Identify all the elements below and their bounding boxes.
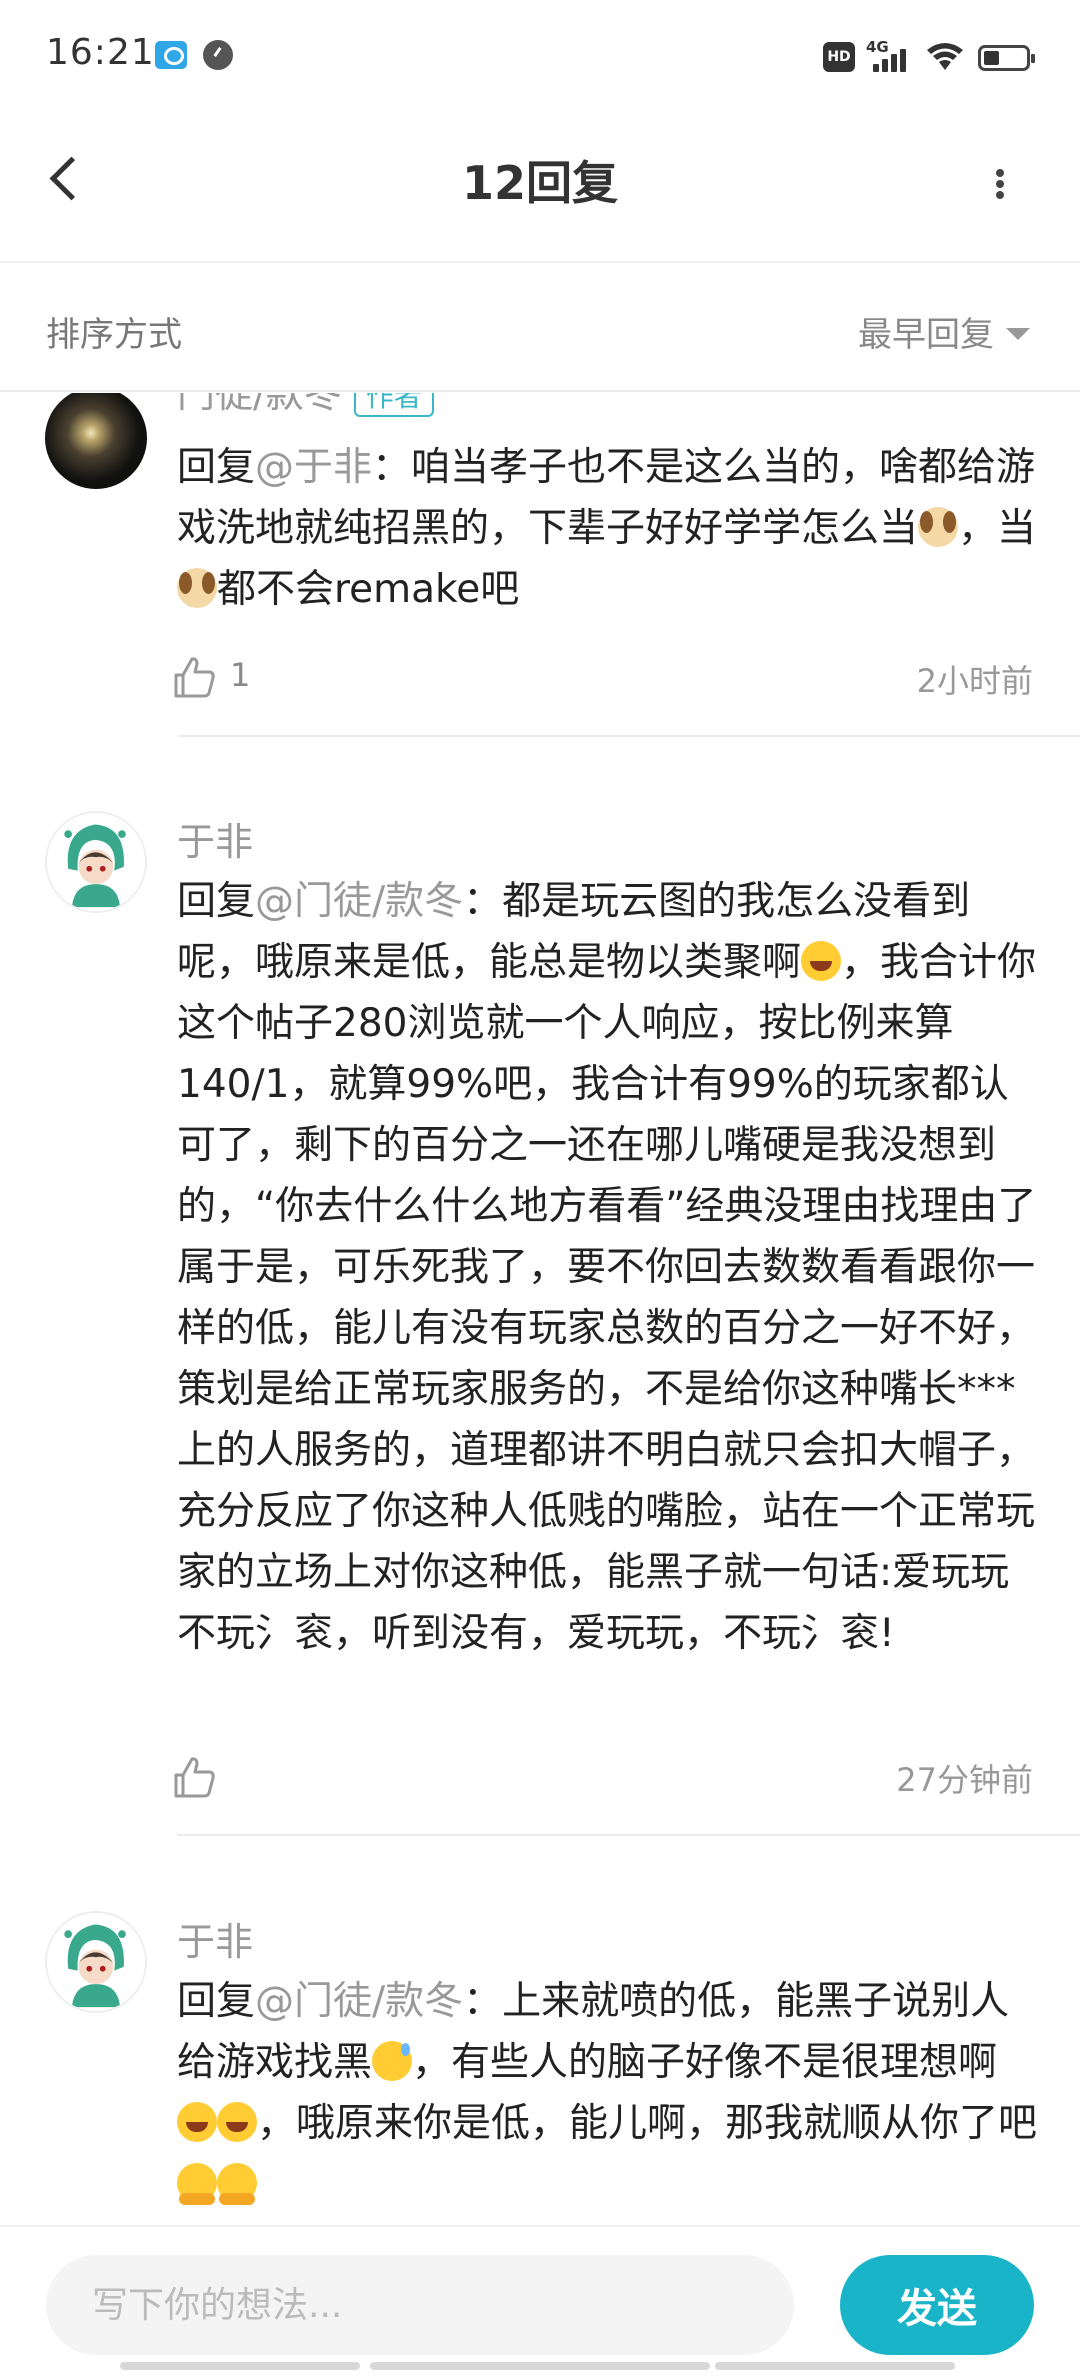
signal-icon [873, 44, 915, 72]
mention-link[interactable]: @门徒/款冬 [255, 1979, 463, 2024]
dog-emoji-icon [918, 507, 959, 547]
thumbs-up-icon[interactable] [170, 653, 218, 701]
header: 12回复 [0, 115, 1080, 263]
comment-text: 回复@门徒/款冬：上来就喷的低，能黑子说别人给游戏找黑 ，有些人的脑子好像不是很理… [177, 1971, 1037, 2215]
sort-selected: 最早回复 [858, 315, 994, 355]
app-notification-icon [155, 41, 187, 69]
username[interactable]: 于非 [177, 811, 253, 866]
grin-emoji-icon [177, 2102, 217, 2142]
hug-emoji-icon [177, 2163, 217, 2205]
status-time: 16:21 [46, 32, 155, 73]
notification-icon [203, 40, 233, 70]
nav-handle [120, 2362, 360, 2370]
wifi-icon [927, 43, 963, 70]
status-bar: 16:21 HD 4G [0, 0, 1080, 115]
avatar[interactable] [45, 393, 147, 489]
nav-handle [715, 2362, 955, 2370]
comment-text: 回复@门徒/款冬：都是玩云图的我怎么没看到呢，哦原来是低，能总是物以类聚啊 ，我合… [177, 879, 1037, 1656]
timestamp: 27分钟前 [896, 1761, 1033, 1799]
like-count: 1 [230, 656, 251, 694]
divider [177, 735, 1080, 737]
page-title: 12回复 [461, 156, 618, 210]
avatar[interactable] [45, 1911, 147, 2013]
send-button[interactable]: 发送 [840, 2255, 1034, 2355]
sort-dropdown[interactable]: 最早回复 [858, 307, 1030, 356]
thumbs-up-icon[interactable] [170, 1753, 218, 1801]
sweat-smile-emoji-icon [372, 2041, 413, 2081]
chevron-down-icon [1006, 327, 1030, 340]
username[interactable]: 门徒/款冬 作者 [177, 393, 434, 418]
comment-text: 回复@于非：咱当孝子也不是这么当的，啥都给游戏洗地就纯招黑的，下辈子好好学学怎么… [177, 445, 1037, 612]
mention-link[interactable]: @门徒/款冬 [255, 879, 463, 924]
sort-label: 排序方式 [46, 315, 182, 355]
more-options-icon[interactable] [970, 149, 1030, 219]
avatar[interactable] [45, 811, 147, 913]
mention-link[interactable]: @于非 [255, 445, 372, 490]
timestamp: 2小时前 [916, 662, 1033, 700]
sort-bar: 排序方式 最早回复 [0, 265, 1080, 392]
reply-bar: 发送 [0, 2225, 1080, 2376]
reply-list[interactable]: 门徒/款冬 作者 回复@于非：咱当孝子也不是这么当的，啥都给游戏洗地就纯招黑的，下… [0, 393, 1080, 2225]
grin-emoji-icon [801, 941, 842, 981]
grin-emoji-icon [217, 2102, 257, 2142]
hug-emoji-icon [217, 2163, 257, 2205]
username[interactable]: 于非 [177, 1911, 253, 1966]
reply-input[interactable] [46, 2255, 794, 2355]
dog-emoji-icon [177, 568, 217, 608]
hd-icon: HD [823, 42, 855, 72]
divider [177, 1834, 1080, 1836]
battery-icon [978, 45, 1035, 71]
author-badge: 作者 [353, 393, 434, 417]
nav-handle [370, 2362, 710, 2370]
